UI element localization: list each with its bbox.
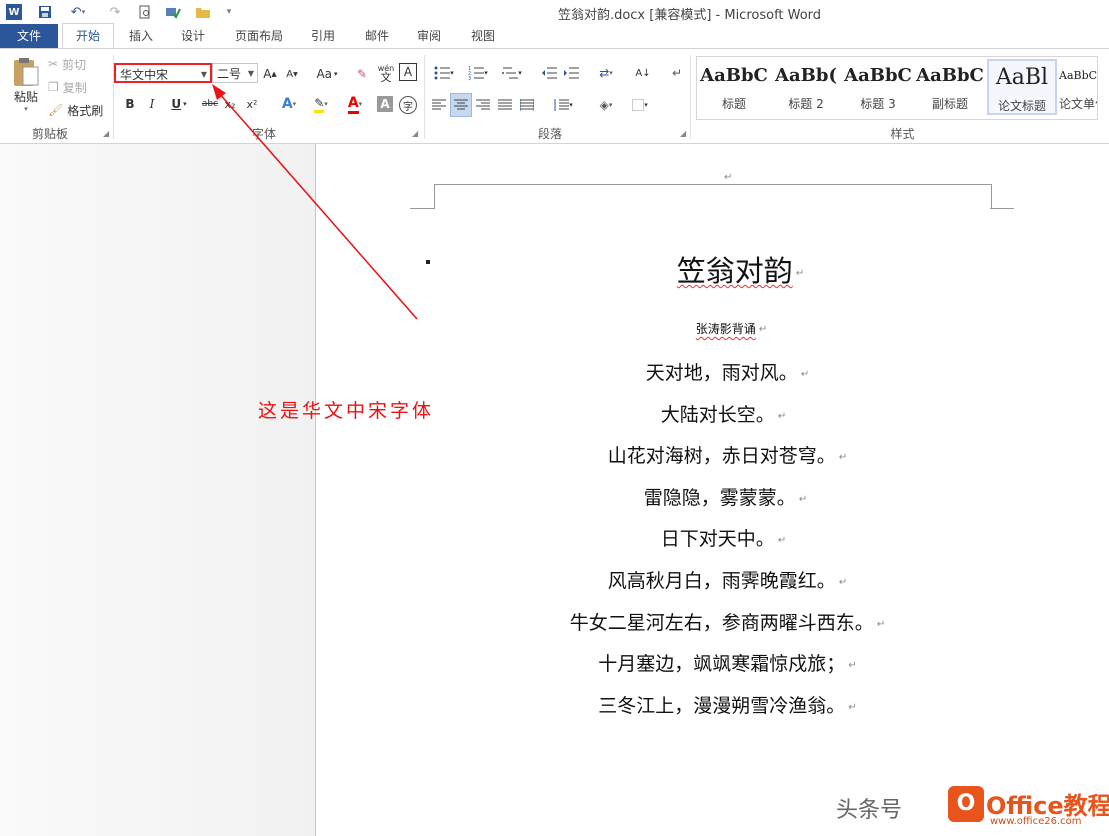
watermark-url: www.office26.com xyxy=(990,816,1082,827)
annotation-arrow xyxy=(212,84,418,320)
annotation-text: 这是华文中宋字体 xyxy=(258,400,435,422)
office-logo-icon: O xyxy=(948,786,984,822)
watermark-source: 头条号 xyxy=(836,798,903,823)
